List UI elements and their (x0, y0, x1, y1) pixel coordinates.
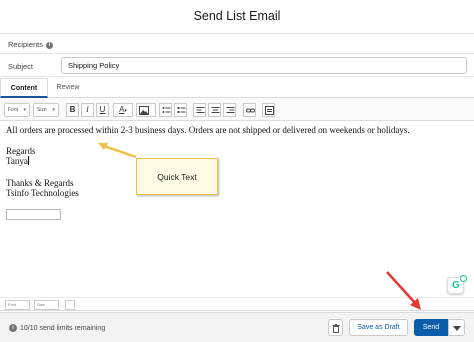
subject-input[interactable] (61, 57, 467, 74)
align-center-button[interactable] (208, 103, 221, 117)
recipients-row[interactable]: Recipients i (0, 34, 474, 54)
email-body-company: Tsinfo Technologies (6, 188, 79, 198)
broken-image-placeholder (6, 209, 61, 220)
italic-button[interactable]: I (81, 103, 94, 117)
insert-image-button[interactable] (136, 103, 156, 117)
font-size-select[interactable]: Size ▾ (33, 103, 59, 117)
email-body-thanks: Thanks & Regards (6, 178, 74, 188)
rich-text-editor[interactable]: Font ▾ Size ▾ B I U A▾ All orders are pr… (0, 99, 474, 311)
font-color-button[interactable]: A▾ (113, 103, 133, 117)
chevron-down-icon: ▾ (23, 107, 26, 113)
email-body-name: Tanya (6, 156, 29, 166)
modal-footer: i 10/10 send limits remaining Save as Dr… (0, 312, 474, 342)
email-body-regards: Regards (6, 146, 36, 156)
bottom-font-select[interactable]: Font (5, 300, 30, 310)
delete-button[interactable] (328, 319, 343, 336)
send-options-button[interactable] (448, 319, 465, 336)
align-left-button[interactable] (193, 103, 206, 117)
align-right-icon (226, 107, 235, 113)
template-icon (265, 106, 274, 115)
tab-review[interactable]: Review (55, 78, 81, 98)
editor-tabs: Content Review (0, 78, 474, 98)
insert-template-button[interactable] (262, 103, 275, 117)
bullet-list-icon (162, 107, 171, 113)
underline-button[interactable]: U (96, 103, 109, 117)
modal-title: Send List Email (193, 9, 281, 23)
size-select-label: Size (37, 107, 47, 113)
align-left-icon (196, 107, 205, 113)
email-body-name-text: Tanya (6, 156, 28, 166)
numbered-list-icon (177, 107, 186, 113)
save-as-draft-button[interactable]: Save as Draft (349, 319, 408, 336)
quick-text-callout: Quick Text (136, 158, 218, 195)
chevron-down-icon: ▾ (124, 108, 127, 114)
subject-label: Subject (8, 62, 34, 71)
grammarly-status-icon (460, 275, 467, 282)
tab-content[interactable]: Content (0, 78, 48, 98)
trash-icon (332, 324, 340, 333)
text-cursor (27, 156, 29, 165)
chevron-down-icon (453, 326, 461, 331)
recipients-label: Recipients (8, 40, 44, 49)
grammarly-icon[interactable]: G (447, 275, 467, 294)
insert-link-button[interactable] (243, 103, 256, 117)
bullet-list-button[interactable] (159, 103, 172, 117)
bold-button[interactable]: B (66, 103, 79, 117)
send-button[interactable]: Send (414, 319, 448, 336)
chevron-down-icon: ▾ (52, 107, 55, 113)
align-right-button[interactable] (223, 103, 236, 117)
image-icon (139, 106, 149, 115)
bottom-size-select[interactable]: Size (34, 300, 59, 310)
bottom-bold-button[interactable] (65, 300, 75, 310)
align-center-icon (211, 107, 220, 113)
grammarly-g-icon: G (452, 280, 460, 291)
email-body-line: All orders are processed within 2-3 busi… (6, 125, 410, 135)
editor-toolbar: Font ▾ Size ▾ B I U A▾ (0, 99, 474, 121)
numbered-list-button[interactable] (174, 103, 187, 117)
modal-header: Send List Email (0, 0, 474, 34)
link-icon (246, 108, 255, 113)
send-limits-text: 10/10 send limits remaining (20, 325, 106, 332)
subject-row: Subject (0, 55, 474, 77)
font-family-select[interactable]: Font ▾ (4, 103, 30, 117)
editor-bottom-toolbar: Font Size (0, 297, 474, 311)
info-icon[interactable]: i (46, 42, 53, 49)
font-select-label: Font (8, 107, 19, 113)
info-icon: i (9, 324, 17, 332)
